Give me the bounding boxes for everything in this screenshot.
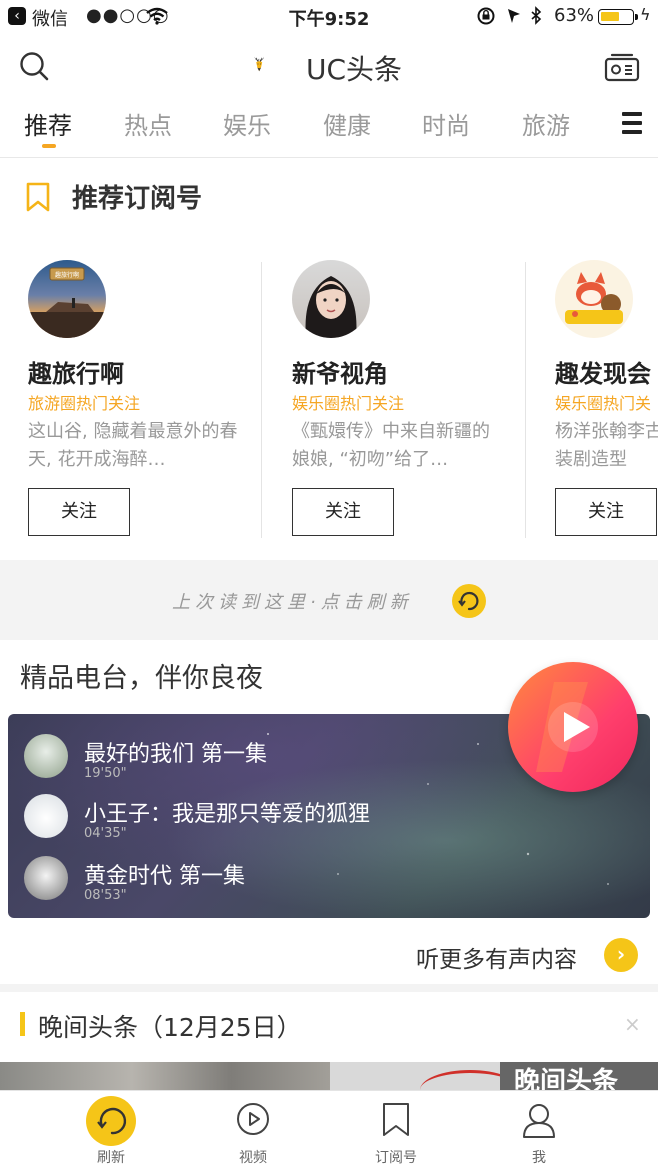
follow-button[interactable]: 关注 — [292, 488, 394, 536]
nav-subscriptions[interactable]: 订阅号 — [326, 1091, 466, 1170]
card-name: 趣旅行啊 — [28, 360, 124, 388]
tab-hot[interactable]: 热点 — [124, 106, 172, 141]
battery-percent: 63% — [554, 5, 595, 26]
news-image[interactable]: 晚间头条 — [330, 1062, 658, 1092]
card-description: 《甄嬛传》中来自新疆的娘娘, “初吻”给了… — [292, 421, 490, 470]
card-tag: 娱乐圈热门关注 — [292, 394, 405, 413]
card-description: 这山谷, 隐藏着最意外的春天, 花开成海醉… — [28, 421, 238, 470]
radio-item[interactable]: 黄金时代 第一集 08'53" — [24, 850, 584, 906]
charging-icon: ϟ — [640, 5, 651, 24]
category-tabs: 推荐 热点 娱乐 健康 时尚 旅游 — [0, 98, 658, 158]
radio-item-title: 黄金时代 第一集 — [84, 864, 245, 889]
play-button[interactable] — [508, 662, 638, 792]
follow-button[interactable]: 关注 — [28, 488, 130, 536]
refresh-icon[interactable] — [452, 584, 486, 618]
radio-thumbnail — [24, 856, 68, 900]
radio-thumbnail — [24, 734, 68, 778]
card-description: 杨洋张翰李古装剧造型 — [555, 421, 658, 470]
tab-health[interactable]: 健康 — [323, 106, 371, 141]
radio-item-title: 小王子：我是那只等爱的狐狸 — [84, 802, 371, 827]
news-image-text: 晚间头条 — [500, 1062, 658, 1092]
uc-deer-logo — [254, 56, 264, 72]
active-tab-indicator — [42, 144, 56, 148]
radio-thumbnail — [24, 794, 68, 838]
refresh-banner[interactable]: 上次读到这里·点击刷新 — [0, 560, 658, 640]
nav-video[interactable]: 视频 — [183, 1091, 323, 1170]
more-audio-row[interactable]: 听更多有声内容 › — [0, 930, 658, 984]
subscription-card[interactable]: 趣旅行啊 趣旅行啊 旅游圈热门关注 这山谷, 隐藏着最意外的春天, 花开成海醉…… — [0, 234, 262, 560]
tab-recommend[interactable]: 推荐 — [24, 106, 72, 141]
menu-icon[interactable] — [622, 112, 642, 134]
avatar: 趣旅行啊 — [28, 260, 106, 338]
play-icon — [564, 712, 590, 742]
radio-item-duration: 04'35" — [84, 826, 127, 841]
evening-news-images[interactable]: 晚间头条 — [0, 1062, 658, 1092]
refresh-banner-text: 上次读到这里·点击刷新 — [172, 592, 413, 613]
avatar — [555, 260, 633, 338]
avatar — [292, 260, 370, 338]
radio-item-duration: 19'50" — [84, 766, 127, 781]
bookmark-icon — [383, 1103, 409, 1136]
radio-icon[interactable] — [604, 52, 640, 82]
nav-me[interactable]: 我 — [469, 1091, 609, 1170]
close-icon[interactable]: × — [624, 1012, 641, 1036]
more-audio-link[interactable]: 听更多有声内容 — [416, 940, 577, 974]
radio-item-duration: 08'53" — [84, 888, 127, 903]
subscription-cards: 趣旅行啊 趣旅行啊 旅游圈热门关注 这山谷, 隐藏着最意外的春天, 花开成海醉…… — [0, 234, 658, 560]
card-tag: 娱乐圈热门关 — [555, 394, 652, 413]
section-gap — [0, 984, 658, 992]
radio-item[interactable]: 小王子：我是那只等爱的狐狸 04'35" — [24, 788, 584, 844]
card-tag: 旅游圈热门关注 — [28, 394, 141, 413]
evening-news-header: 晚间头条（12月25日） × — [0, 992, 658, 1062]
refresh-icon[interactable] — [86, 1096, 136, 1146]
status-bar: ‹ 微信 ●●○○○ 下午9:52 63% ϟ — [0, 0, 658, 34]
app-title: UC头条 — [306, 53, 403, 86]
news-image[interactable] — [0, 1062, 330, 1092]
section-accent-bar — [20, 1012, 25, 1036]
card-name: 新爷视角 — [292, 360, 388, 388]
card-divider — [261, 262, 262, 538]
card-divider — [525, 262, 526, 538]
lock-location-bluetooth-icons — [476, 6, 548, 30]
battery-level — [601, 12, 620, 21]
battery-icon — [598, 9, 638, 25]
video-icon — [237, 1103, 269, 1135]
card-name: 趣发现会 — [555, 360, 651, 388]
evening-news-title: 晚间头条（12月25日） — [38, 1013, 302, 1042]
user-icon — [523, 1104, 555, 1138]
search-icon[interactable] — [18, 50, 50, 82]
tab-entertainment[interactable]: 娱乐 — [223, 106, 271, 141]
subscription-card[interactable]: 新爷视角 娱乐圈热门关注 《甄嬛传》中来自新疆的娘娘, “初吻”给了… 关注 — [264, 234, 526, 560]
avatar-badge-text: 趣旅行啊 — [55, 271, 79, 279]
app-header: UC头条 — [0, 34, 658, 98]
tab-fashion[interactable]: 时尚 — [422, 106, 470, 141]
nav-label: 视频 — [239, 1150, 267, 1166]
subscription-card[interactable]: 趣发现会 娱乐圈热门关 杨洋张翰李古装剧造型 关注 — [527, 234, 658, 560]
radio-item-title: 最好的我们 第一集 — [84, 742, 267, 767]
radio-section-title: 精品电台，伴你良夜 — [20, 663, 263, 694]
nav-label: 刷新 — [97, 1150, 125, 1166]
chevron-right-icon[interactable]: › — [604, 938, 638, 972]
nav-label: 我 — [532, 1150, 546, 1166]
nav-label: 订阅号 — [375, 1150, 417, 1166]
tab-travel[interactable]: 旅游 — [522, 106, 570, 141]
bookmark-icon — [26, 182, 50, 212]
follow-button[interactable]: 关注 — [555, 488, 657, 536]
radio-item[interactable]: 最好的我们 第一集 19'50" — [24, 728, 584, 784]
recommend-header: 推荐订阅号 — [0, 160, 658, 234]
section-title: 推荐订阅号 — [72, 184, 203, 214]
